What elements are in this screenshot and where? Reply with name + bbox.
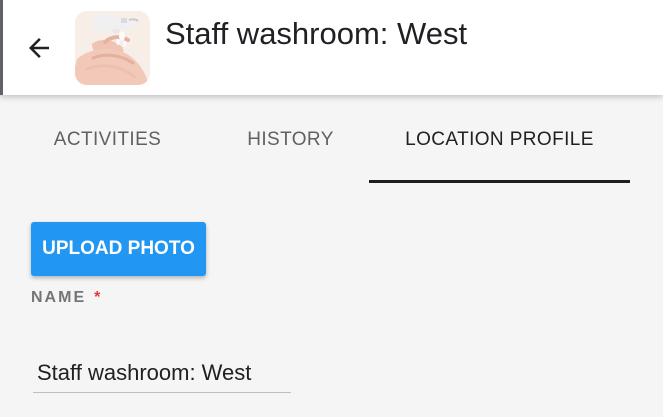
tab-history[interactable]: HISTORY: [213, 96, 368, 183]
hand-soap-photo-icon: [75, 11, 150, 85]
name-input[interactable]: [33, 353, 291, 393]
back-button[interactable]: [21, 30, 57, 66]
tab-activities[interactable]: ACTIVITIES: [30, 96, 185, 183]
active-tab-indicator: [369, 180, 630, 183]
upload-photo-button[interactable]: UPLOAD PHOTO: [31, 222, 206, 276]
location-tabs: ACTIVITIES HISTORY LOCATION PROFILE: [0, 96, 663, 183]
header-bar: Staff washroom: West: [0, 0, 663, 95]
name-field-label: NAME *: [31, 289, 100, 307]
name-label-text: NAME: [31, 289, 87, 306]
location-photo-thumbnail: [75, 11, 150, 85]
required-indicator: *: [94, 289, 101, 306]
page-title: Staff washroom: West: [165, 16, 468, 51]
arrow-left-icon: [29, 38, 49, 58]
left-edge-divider: [0, 0, 3, 95]
tab-location-profile[interactable]: LOCATION PROFILE: [369, 96, 630, 183]
